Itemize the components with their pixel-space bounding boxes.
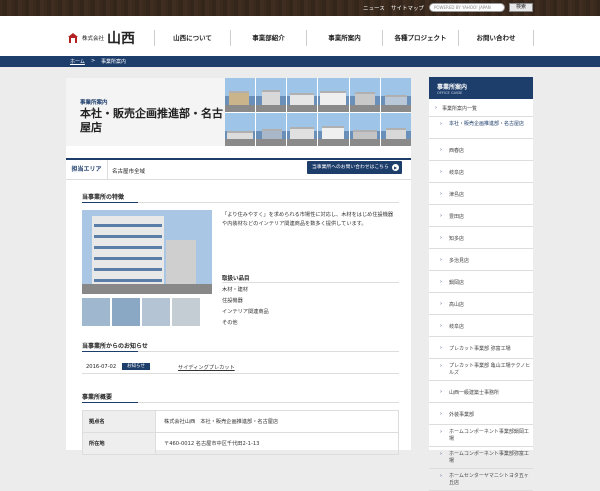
office-thumbnail[interactable] (82, 298, 110, 326)
sidebar-item-toyota[interactable]: 豊田店 (429, 206, 533, 227)
office-inquiry-label: 当事業所へのお問い合わせはこちら (312, 165, 389, 170)
office-photo (287, 78, 318, 112)
sidebar-item-office-list[interactable]: 事業所案内一覧 (429, 102, 533, 117)
section-divider (82, 202, 399, 203)
sidebar-item-home-component-nabeoka[interactable]: ホームコンポーネント事業部鍋岡工場 (429, 426, 533, 447)
sidebar-item-architect-office[interactable]: 山西一級建築士事務所 (429, 382, 533, 403)
office-photo (225, 78, 256, 112)
features-description: 「より住みやすく」を求められる市場性に対応し、木材をはじめ住設機器や内装材などの… (222, 212, 394, 227)
nav-about[interactable]: 山西について (154, 30, 230, 46)
office-photo (318, 112, 349, 146)
sidebar-item-tajimi[interactable]: 多治見店 (429, 250, 533, 271)
items-heading: 取扱い品目 (222, 276, 250, 282)
sidebar-item-home-component-yatomi[interactable]: ホームコンポーネント事業部弥富工場 (429, 448, 533, 469)
items-divider (222, 282, 399, 283)
news-title-link[interactable]: サイディングプレカット (178, 364, 235, 371)
sidebar-item-headquarters[interactable]: 本社・販売企画推進部・名古屋店 (429, 118, 533, 139)
breadcrumb-home[interactable]: ホーム (70, 58, 85, 65)
nav-offices[interactable]: 事業所案内 (306, 30, 382, 46)
office-photo (256, 78, 287, 112)
office-photo (349, 78, 380, 112)
service-area-value: 名古屋市全域 (112, 169, 146, 175)
office-thumbnail[interactable] (112, 298, 140, 326)
office-thumbnail[interactable] (142, 298, 170, 326)
office-photo (318, 78, 349, 112)
office-photo (380, 78, 411, 112)
section-divider (82, 402, 399, 403)
sidebar-item-chita[interactable]: 知多店 (429, 228, 533, 249)
sidebar-item-gifu[interactable]: 岐阜店 (429, 162, 533, 183)
sidebar: 事業所案内 OFFICE GUIDE 事業所案内一覧 本社・販売企画推進部・名古… (429, 77, 533, 491)
table-header-cell: 所在地 (82, 432, 156, 455)
office-thumbnail[interactable] (172, 298, 200, 326)
breadcrumb-current: 事業所案内 (101, 59, 127, 65)
table-row: 拠点名 株式会社山西 本社・販売企画推進部・名古屋店 (82, 410, 399, 433)
sidebar-item-exterior[interactable]: 外装事業部 (429, 404, 533, 425)
arrow-right-icon: ▶ (392, 164, 399, 171)
sidebar-item-precut-kameyama[interactable]: プレカット事業部 亀山工場テクノヒルズ (429, 360, 533, 381)
handled-item: 木材・建材 (222, 287, 248, 293)
sidebar-item-nabeoka[interactable]: 鍋岡店 (429, 272, 533, 293)
handled-item: 住設機器 (222, 298, 243, 304)
office-photo (225, 112, 256, 146)
main-nav: 山西について 事業部紹介 事業所案内 各種プロジェクト お問い合わせ (0, 30, 600, 46)
office-inquiry-button[interactable]: 当事業所へのお問い合わせはこちら ▶ (307, 161, 402, 174)
search-button[interactable]: 検索 (509, 3, 533, 12)
office-photo (287, 112, 318, 146)
table-header-cell: 拠点名 (82, 410, 156, 433)
office-building-photo (82, 210, 212, 294)
news-category-badge: お知らせ (122, 363, 150, 370)
breadcrumb: ホーム > 事業所案内 (0, 56, 600, 67)
sidebar-item-gifu-2[interactable]: 岐阜店 (429, 316, 533, 337)
handled-item: インテリア関連商品 (222, 309, 269, 315)
overview-table: 拠点名 株式会社山西 本社・販売企画推進部・名古屋店 所在地 〒460-0012… (82, 410, 399, 455)
office-photo-grid (225, 78, 411, 146)
features-heading: 当事業所の特徴 (82, 194, 125, 201)
table-cell: 〒460-0012 名古屋市中区千代田2-1-13 (155, 432, 399, 455)
nav-projects[interactable]: 各種プロジェクト (382, 30, 458, 46)
page-title: 本社・販売企画推進部・名古屋店 (80, 107, 223, 134)
news-heading: 当事業所からのお知らせ (82, 343, 148, 350)
service-area-label: 担当エリア (66, 160, 108, 180)
nav-contact[interactable]: お問い合わせ (458, 30, 534, 46)
top-bar: ニュース サイトマップ POWERED BY YAHOO! JAPAN 検索 (0, 0, 600, 16)
overview-heading: 事業所概要 (82, 394, 113, 401)
sidebar-item-home-center[interactable]: ホームセンターヤマニシトヨタ五ヶ丘店 (429, 470, 533, 491)
sidebar-item-takayama[interactable]: 高山店 (429, 294, 533, 315)
sidebar-item-nishiharu[interactable]: 西春店 (429, 140, 533, 161)
sidebar-header: 事業所案内 OFFICE GUIDE (429, 77, 533, 99)
news-divider (82, 373, 399, 374)
sidebar-item-precut-yatomi[interactable]: プレカット事業部 弥富工場 (429, 338, 533, 359)
table-row: 所在地 〒460-0012 名古屋市中区千代田2-1-13 (82, 432, 399, 455)
main-content: 事業所案内 本社・販売企画推進部・名古屋店 担当エリア 名古屋市全域 当事業所へ… (66, 78, 411, 455)
sidebar-subtitle: OFFICE GUIDE (437, 91, 463, 95)
table-cell: 株式会社山西 本社・販売企画推進部・名古屋店 (155, 410, 399, 433)
breadcrumb-separator: > (91, 58, 96, 64)
news-link[interactable]: ニュース (363, 4, 385, 12)
office-photo (256, 112, 287, 146)
sidebar-item-tsushima[interactable]: 津島店 (429, 184, 533, 205)
office-photo (349, 112, 380, 146)
handled-item: その他 (222, 320, 238, 326)
sidebar-title: 事業所案内 (437, 84, 468, 91)
section-divider (82, 351, 399, 352)
office-photo (380, 112, 411, 146)
sitemap-link[interactable]: サイトマップ (391, 4, 424, 12)
hero-subtitle: 事業所案内 (80, 100, 108, 106)
hero-banner: 事業所案内 本社・販売企画推進部・名古屋店 (66, 78, 411, 146)
search-input[interactable]: POWERED BY YAHOO! JAPAN (429, 3, 505, 12)
news-date: 2016-07-02 (86, 364, 117, 370)
nav-divisions[interactable]: 事業部紹介 (230, 30, 306, 46)
